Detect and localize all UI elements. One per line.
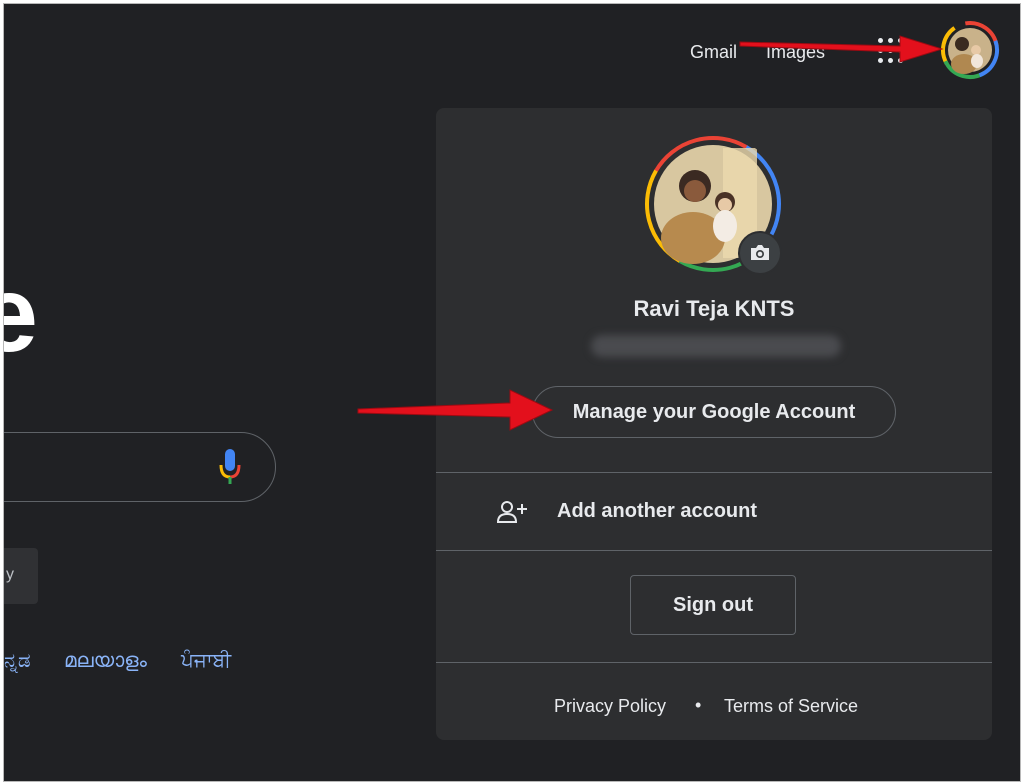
- language-link-kannada[interactable]: ನ್ನಡ: [4, 650, 31, 673]
- panel-footer: Privacy Policy • Terms of Service: [436, 695, 992, 720]
- account-user-name: Ravi Teja KNTS: [633, 296, 795, 321]
- divider: [436, 550, 992, 551]
- account-panel: Ravi Teja KNTS Manage your Google Accoun…: [436, 108, 992, 740]
- add-person-icon: [496, 501, 527, 523]
- apps-grid-icon[interactable]: [878, 38, 904, 64]
- microphone-icon[interactable]: [216, 447, 244, 487]
- privacy-policy-link[interactable]: Privacy Policy: [554, 696, 666, 717]
- images-link[interactable]: Images: [766, 42, 825, 63]
- change-photo-button[interactable]: [738, 231, 782, 275]
- add-account-label: Add another account: [557, 500, 758, 522]
- google-logo-fragment: e: [4, 260, 38, 368]
- divider: [436, 662, 992, 663]
- browser-viewport: Gmail Images e y ನ್ನಡ മലയാളം ਪੰਜਾਬੀ: [3, 3, 1021, 782]
- language-link-malayalam[interactable]: മലയാളം: [64, 650, 147, 673]
- feeling-lucky-label: y: [6, 566, 14, 583]
- gmail-link[interactable]: Gmail: [690, 42, 737, 63]
- language-link-punjabi[interactable]: ਪੰਜਾਬੀ: [181, 650, 231, 673]
- terms-of-service-link[interactable]: Terms of Service: [724, 696, 858, 717]
- sign-out-button[interactable]: Sign out: [630, 575, 796, 635]
- feeling-lucky-button[interactable]: y: [4, 548, 38, 604]
- account-avatar-icon[interactable]: [940, 20, 1000, 80]
- footer-separator: •: [695, 695, 702, 715]
- account-email-redacted: [591, 335, 841, 357]
- add-account-row[interactable]: Add another account: [436, 473, 992, 550]
- manage-account-button[interactable]: Manage your Google Account: [532, 386, 896, 438]
- camera-icon: [751, 245, 769, 260]
